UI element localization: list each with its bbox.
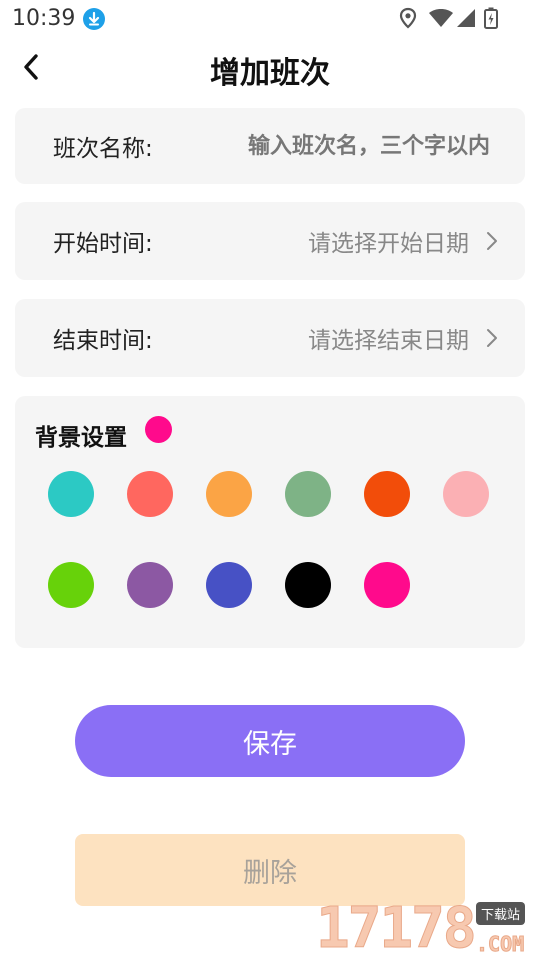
signal-icon	[456, 8, 476, 32]
status-bar: 10:39	[0, 0, 540, 38]
header: 增加班次	[0, 38, 540, 96]
end-time-label: 结束时间:	[53, 328, 153, 354]
start-time-label: 开始时间:	[53, 231, 153, 257]
start-date-value: 请选择开始日期	[308, 231, 469, 257]
watermark-suffix: .COM	[475, 932, 525, 957]
watermark-digits: 17178	[316, 896, 478, 960]
selected-color-indicator	[145, 416, 172, 443]
color-swatch[interactable]	[443, 471, 489, 517]
end-time-row[interactable]: 结束时间: 请选择结束日期	[15, 299, 525, 377]
background-settings-card: 背景设置	[15, 396, 525, 648]
download-icon	[83, 8, 105, 30]
watermark-tag: 下载站	[476, 902, 526, 925]
chevron-right-icon	[487, 329, 497, 347]
save-button[interactable]: 保存	[75, 705, 465, 777]
color-swatch[interactable]	[364, 471, 410, 517]
color-swatch[interactable]	[206, 471, 252, 517]
color-swatch[interactable]	[48, 562, 94, 608]
color-swatch[interactable]	[285, 562, 331, 608]
start-time-row[interactable]: 开始时间: 请选择开始日期	[15, 202, 525, 280]
color-swatch[interactable]	[206, 562, 252, 608]
battery-icon	[484, 7, 498, 33]
color-swatch[interactable]	[127, 562, 173, 608]
shift-name-row: 班次名称:	[15, 108, 525, 184]
color-swatch[interactable]	[48, 471, 94, 517]
color-swatch[interactable]	[127, 471, 173, 517]
color-swatch[interactable]	[285, 471, 331, 517]
shift-name-input[interactable]	[210, 126, 490, 166]
page-title: 增加班次	[210, 56, 330, 91]
location-icon	[398, 7, 418, 33]
shift-name-label: 班次名称:	[53, 136, 153, 162]
color-swatch[interactable]	[364, 562, 410, 608]
background-settings-title: 背景设置	[35, 425, 127, 451]
status-time: 10:39	[12, 6, 76, 31]
wifi-icon	[428, 8, 454, 32]
chevron-right-icon	[487, 232, 497, 250]
site-watermark-logo: 17178 下载站 .COM	[316, 896, 538, 960]
end-date-value: 请选择结束日期	[308, 328, 469, 354]
